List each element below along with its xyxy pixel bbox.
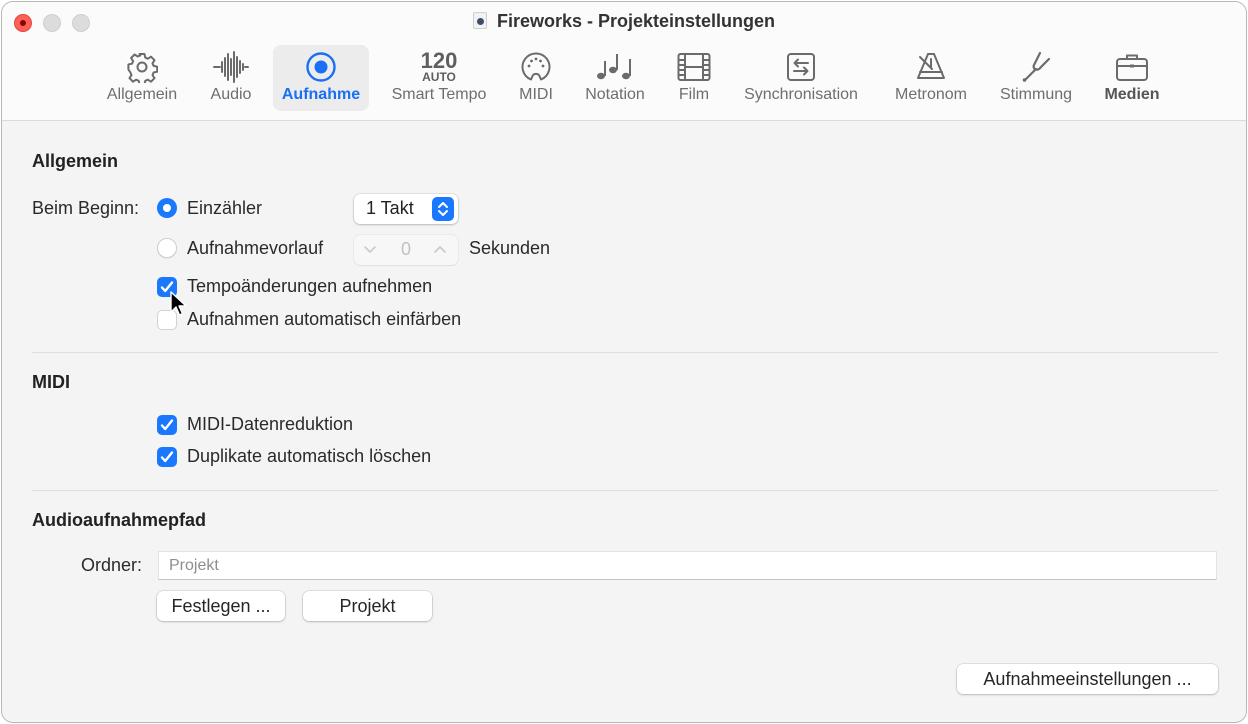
start-label: Beim Beginn: xyxy=(32,198,140,218)
preroll-stepper[interactable]: 0 xyxy=(354,235,458,265)
tab-midi[interactable]: MIDI xyxy=(510,45,562,111)
tab-medien[interactable]: Medien xyxy=(1096,45,1168,111)
tab-allgemein[interactable]: Allgemein xyxy=(98,45,186,111)
count-in-radio[interactable] xyxy=(157,198,177,218)
notes-icon xyxy=(578,50,652,84)
sync-icon xyxy=(735,50,867,84)
tab-audio[interactable]: Audio xyxy=(199,45,263,111)
briefcase-icon xyxy=(1096,50,1168,84)
tab-label: Aufnahme xyxy=(281,86,361,103)
record-icon xyxy=(273,50,369,84)
tab-stimmung[interactable]: Stimmung xyxy=(992,45,1080,111)
tab-film[interactable]: Film xyxy=(667,45,721,111)
section-heading-audio-path: Audioaufnahmepfad xyxy=(32,510,206,530)
tab-synchronisation[interactable]: Synchronisation xyxy=(735,45,867,111)
settings-content: Allgemein Beim Beginn: Einzähler 1 Takt … xyxy=(2,122,1246,722)
tab-label: Metronom xyxy=(894,86,968,103)
auto-delete-duplicates-checkbox[interactable] xyxy=(157,447,177,467)
preroll-unit-label: Sekunden xyxy=(469,238,551,258)
checkmark-icon xyxy=(160,451,174,463)
popup-arrows-icon xyxy=(432,197,454,221)
tab-label: Synchronisation xyxy=(744,86,858,103)
tab-metronom[interactable]: Metronom xyxy=(886,45,976,111)
set-folder-button[interactable]: Festlegen ... xyxy=(157,591,285,621)
recording-settings-button[interactable]: Aufnahmeeinstellungen ... xyxy=(957,664,1218,694)
chevron-up-icon[interactable] xyxy=(432,241,448,257)
count-in-popup[interactable]: 1 Takt xyxy=(354,194,458,224)
auto-colorize-label[interactable]: Aufnahmen automatisch einfärben xyxy=(187,309,461,330)
section-divider xyxy=(32,352,1218,353)
tab-label: Audio xyxy=(210,86,252,103)
checkmark-icon xyxy=(160,419,174,431)
project-folder-button[interactable]: Projekt xyxy=(303,591,432,621)
section-divider xyxy=(32,490,1218,491)
metronome-icon xyxy=(886,50,976,84)
film-icon xyxy=(667,50,721,84)
section-heading-allgemein: Allgemein xyxy=(32,151,119,171)
preroll-label[interactable]: Aufnahmevorlauf xyxy=(187,238,323,259)
auto-delete-duplicates-label[interactable]: Duplikate automatisch löschen xyxy=(187,446,431,467)
count-in-label[interactable]: Einzähler xyxy=(187,198,262,219)
tempo-value: 120 xyxy=(420,48,458,73)
gear-icon xyxy=(98,50,186,84)
window-title: Fireworks - Projekteinstellungen xyxy=(2,11,1246,32)
tab-label: Medien xyxy=(1104,86,1160,103)
tab-label: Smart Tempo xyxy=(391,86,487,103)
midi-data-reduction-label[interactable]: MIDI-Datenreduktion xyxy=(187,414,353,435)
tab-label: Allgemein xyxy=(106,86,178,103)
count-in-popup-value: 1 Takt xyxy=(366,198,414,218)
window-title-text: Fireworks - Projekteinstellungen xyxy=(496,11,776,31)
folder-path-field[interactable] xyxy=(158,551,1217,580)
midi-port-icon xyxy=(510,50,562,84)
folder-label: Ordner: xyxy=(81,555,143,575)
tuning-fork-icon xyxy=(992,50,1080,84)
tab-aufnahme[interactable]: Aufnahme xyxy=(273,45,369,111)
tab-label: Film xyxy=(678,86,710,103)
tab-smart-tempo[interactable]: 120 AUTO Smart Tempo xyxy=(380,45,498,111)
section-heading-midi: MIDI xyxy=(32,372,70,392)
midi-data-reduction-checkbox[interactable] xyxy=(157,415,177,435)
project-settings-window: Fireworks - Projekteinstellungen Allgeme… xyxy=(1,1,1247,723)
tab-label: MIDI xyxy=(519,86,553,103)
mouse-pointer-icon xyxy=(170,291,187,316)
record-tempo-changes-label[interactable]: Tempoänderungen aufnehmen xyxy=(187,276,432,297)
tab-notation[interactable]: Notation xyxy=(578,45,652,111)
settings-toolbar: Allgemein Audio Aufnahme 120 AUTO Smart … xyxy=(2,45,1246,111)
smart-tempo-icon: 120 AUTO xyxy=(380,50,498,84)
tab-label: Stimmung xyxy=(999,86,1073,103)
preroll-radio[interactable] xyxy=(157,238,177,258)
tab-label: Notation xyxy=(585,86,645,103)
waveform-icon xyxy=(199,50,263,84)
tempo-mode: AUTO xyxy=(422,70,456,84)
title-bar: Fireworks - Projekteinstellungen Allgeme… xyxy=(2,2,1246,121)
logic-project-icon xyxy=(472,12,487,29)
